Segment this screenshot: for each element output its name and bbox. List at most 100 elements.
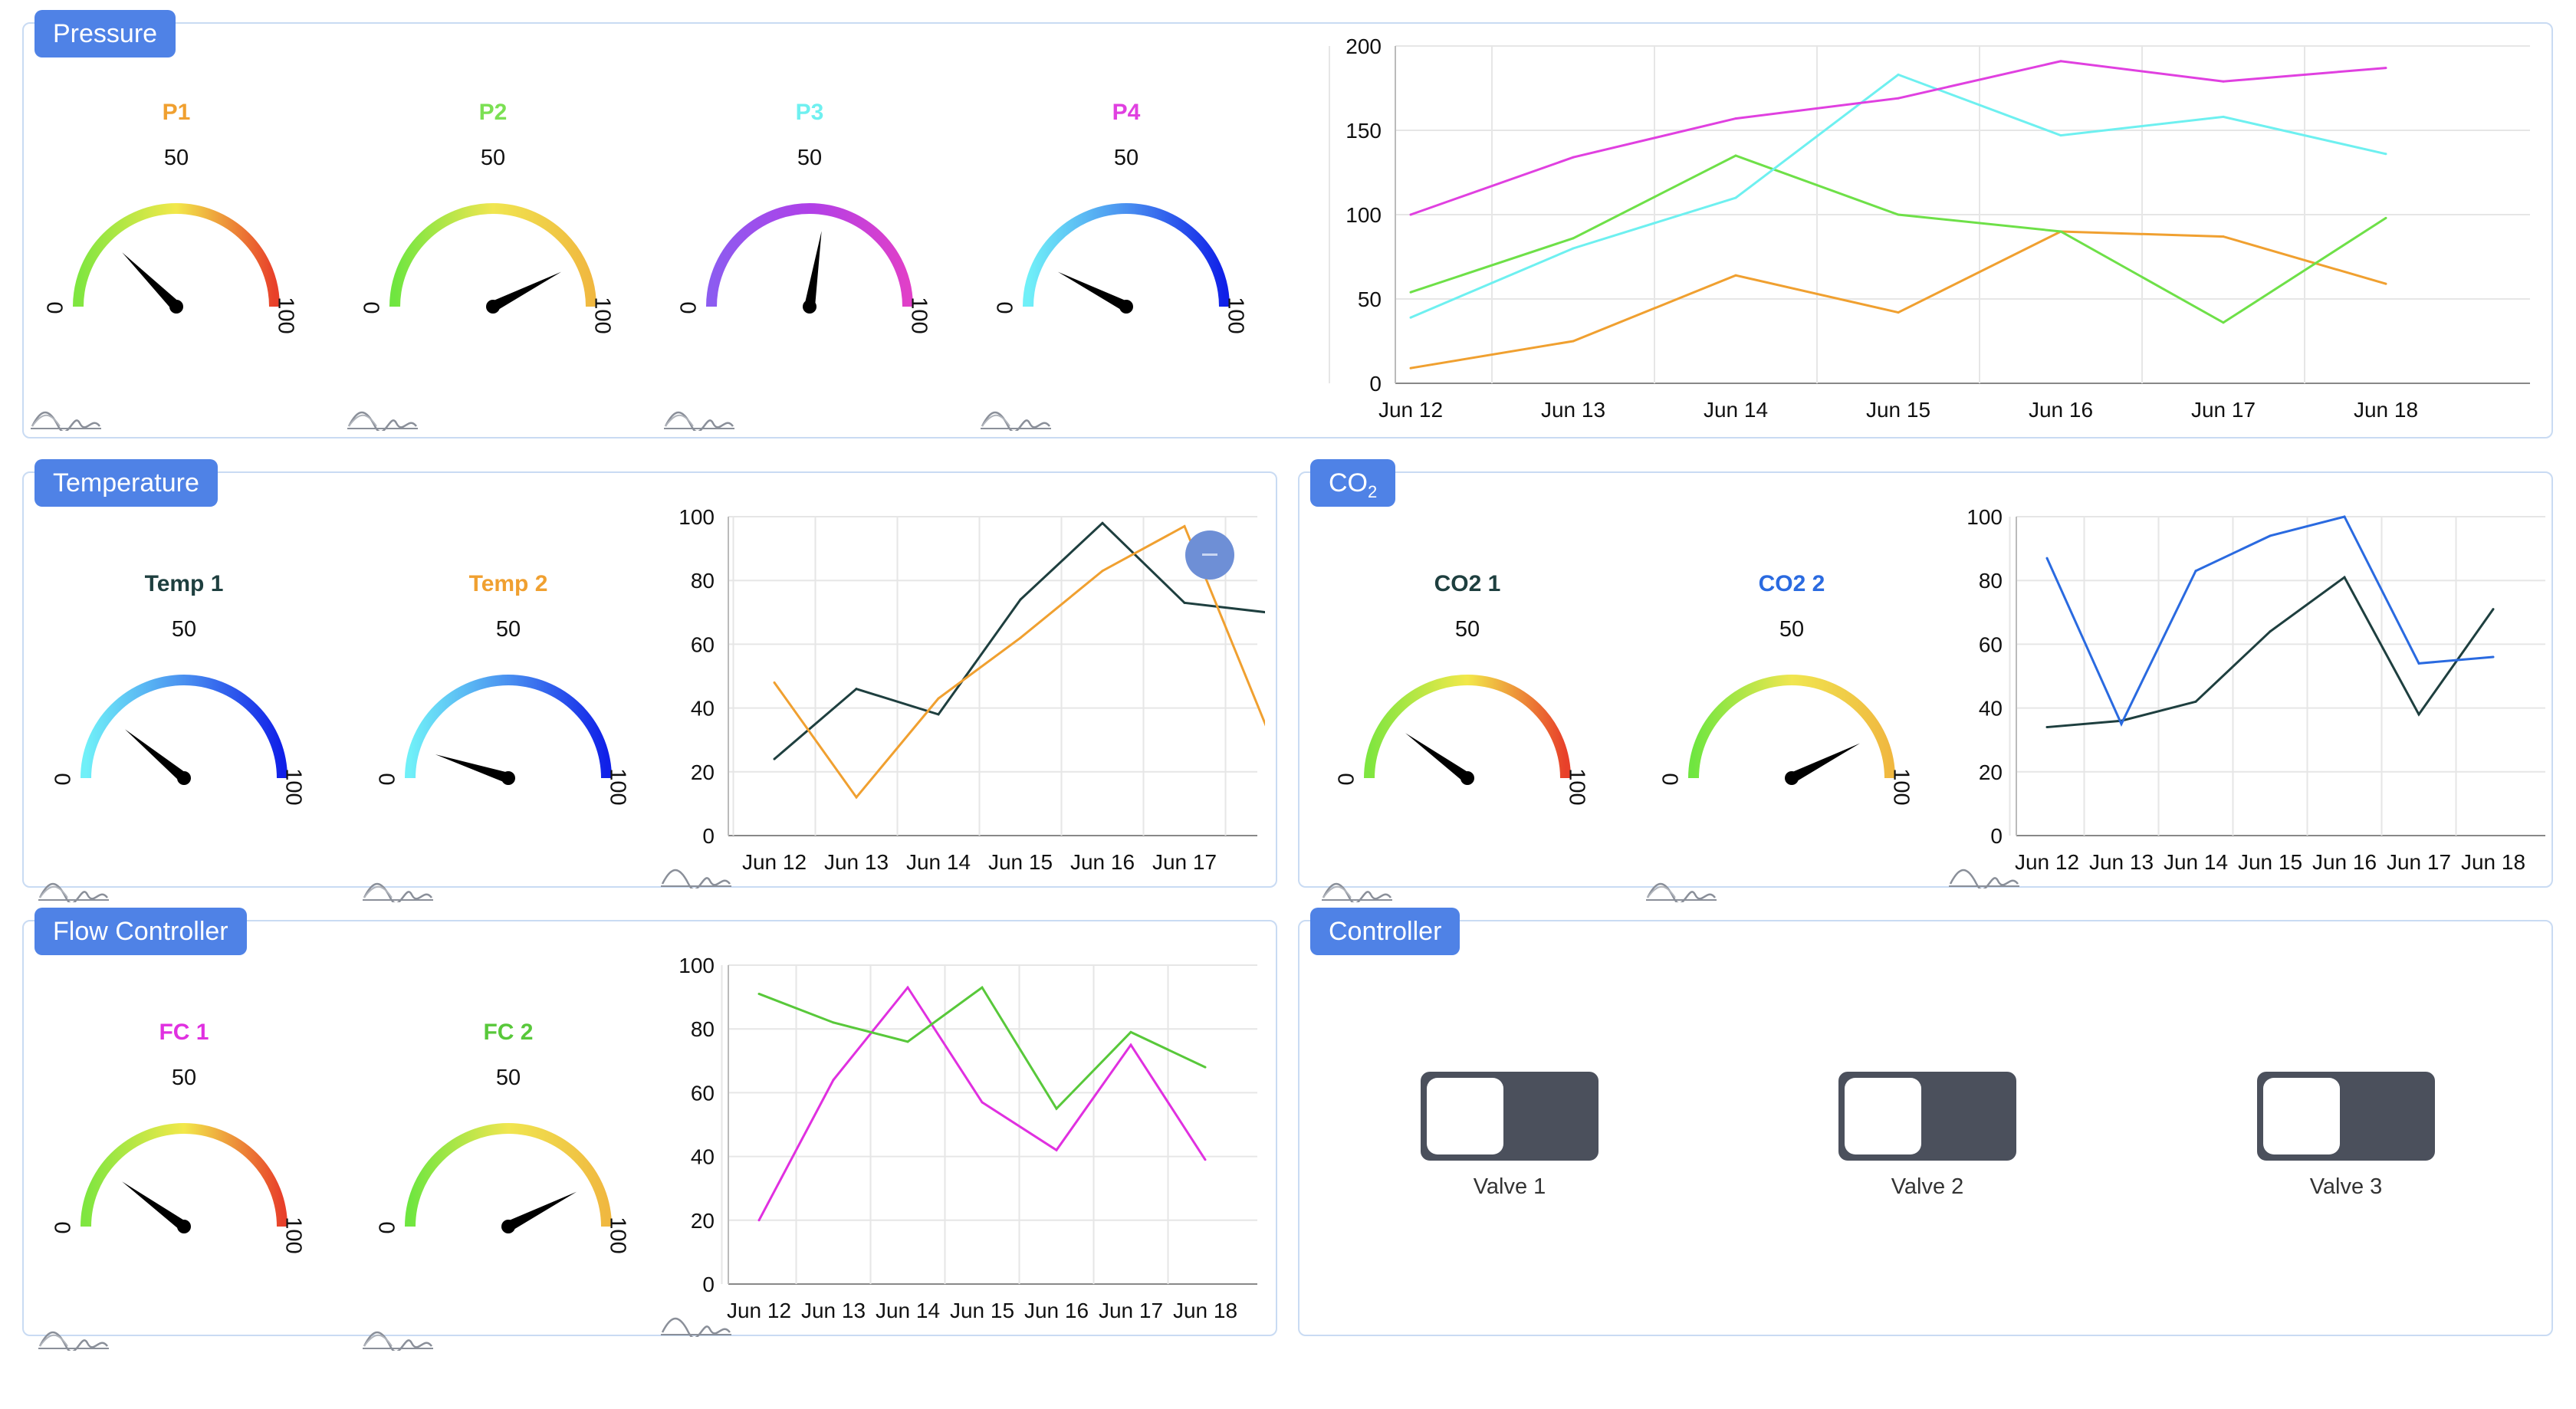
gauge-hub: [803, 300, 816, 314]
trend-chart-icon[interactable]: [361, 1325, 435, 1351]
y-tick-label: 60: [691, 1081, 715, 1105]
flow-line-chart[interactable]: 0 20 40 60 80 100 Jun 12 Jun 13 Jun 14 Jun 15 Jun …: [659, 947, 1265, 1322]
x-tick-label: Jun 12: [727, 1299, 791, 1322]
gauge-needle: [122, 1181, 188, 1231]
gauge-min-label: 0: [1332, 773, 1358, 786]
valve-2-knob: [1845, 1078, 1921, 1154]
valve-1-label: Valve 1: [1473, 1174, 1546, 1199]
gauge-dial: [73, 203, 280, 314]
gauge-hub: [1785, 771, 1799, 785]
data-point: [1734, 196, 1737, 199]
valve-2-label: Valve 2: [1891, 1174, 1964, 1199]
x-tick-label: Jun 14: [876, 1299, 940, 1322]
y-tick-label: 40: [691, 697, 715, 721]
valve-3-toggle[interactable]: [2257, 1072, 2435, 1161]
data-point: [832, 1021, 835, 1024]
trend-chart-icon[interactable]: [37, 876, 110, 902]
data-point: [1897, 73, 1900, 76]
x-tick-label: Jun 17: [2387, 850, 2451, 874]
data-point: [2120, 722, 2123, 725]
co2-panel-title: CO2: [1310, 459, 1396, 507]
y-tick-label: 100: [678, 954, 715, 977]
gauge-mid-label: 50: [480, 146, 506, 170]
data-point: [2384, 67, 2387, 70]
gauge-name: P2: [478, 100, 508, 125]
trend-chart-icon[interactable]: [659, 862, 733, 888]
y-tick-label: 80: [691, 1017, 715, 1041]
data-point: [1897, 311, 1900, 314]
data-point: [1409, 213, 1412, 216]
data-point: [2343, 576, 2346, 579]
trend-chart-icon[interactable]: [979, 405, 1053, 431]
gauge-needle: [804, 231, 822, 308]
gauge-mid-label: 50: [171, 1066, 197, 1090]
gauge-dial: [1364, 675, 1571, 785]
gauge-min-label: 0: [373, 1221, 399, 1234]
data-point: [2384, 282, 2387, 285]
data-point: [2492, 608, 2495, 611]
x-tick-label: Jun 15: [950, 1299, 1014, 1322]
gauge-temp2: Temp 2 50 0 100: [374, 571, 639, 908]
trend-chart-icon[interactable]: [662, 405, 736, 431]
temperature-panel-title: Temperature: [34, 459, 218, 507]
trend-chart-icon[interactable]: [659, 1311, 733, 1337]
x-tick-label: Jun 13: [824, 850, 889, 874]
data-point: [1204, 1158, 1207, 1161]
trend-chart-icon[interactable]: [346, 405, 419, 431]
data-point: [937, 697, 940, 700]
valve-2-toggle[interactable]: [1838, 1072, 2016, 1161]
gauge-min-label: 0: [49, 1221, 74, 1234]
series-line-1: [757, 985, 1207, 1221]
temperature-line-chart[interactable]: 0 20 40 60 80 100 Jun 12 Jun 13 Jun 14 Jun 15 Jun …: [659, 498, 1265, 874]
gauge-mid-label: 50: [1779, 617, 1805, 642]
gauge-dial: [80, 1123, 288, 1233]
gauge-arc: [405, 1123, 612, 1227]
x-tick-label: Jun 14: [906, 850, 971, 874]
trend-chart-icon[interactable]: [37, 1325, 110, 1351]
data-point: [2045, 726, 2049, 729]
gauge-max-label: 100: [605, 768, 630, 806]
pressure-line-chart[interactable]: 0 50 100 150 200 Jun 12 Jun 13 Jun 14 Jun 15 Jun …: [1319, 23, 2538, 422]
gauge-max-label: 100: [281, 1217, 306, 1254]
y-tick-label: 150: [1346, 119, 1382, 143]
co2-line-chart[interactable]: 0 20 40 60 80 100 Jun 12 Jun 13 Jun 14 Jun 15 Jun …: [1947, 498, 2553, 874]
gauge-needle: [435, 754, 511, 783]
series-line-2: [758, 985, 1206, 1111]
pressure-panel-title: Pressure: [34, 10, 176, 57]
gauge-arc: [1688, 675, 1895, 779]
y-tick-label: 200: [1346, 34, 1382, 58]
x-tick-label: Jun 16: [2312, 850, 2377, 874]
gauge-dial: [1688, 675, 1895, 785]
series-line-2: [2045, 515, 2494, 727]
data-point: [1183, 524, 1186, 527]
y-tick-label: 60: [1979, 632, 2003, 656]
gauge-p4: P4 50 0 100: [992, 100, 1257, 437]
zoom-out-icon[interactable]: [1185, 530, 1234, 580]
trend-chart-icon[interactable]: [29, 405, 103, 431]
trend-chart-icon[interactable]: [1947, 862, 2021, 888]
gauge-arc: [389, 203, 596, 307]
y-tick-label: 0: [1990, 824, 2003, 848]
gauge-needle: [122, 252, 180, 310]
trend-chart-icon[interactable]: [361, 876, 435, 902]
data-point: [1183, 601, 1186, 604]
x-tick-label: Jun 14: [2164, 850, 2228, 874]
valve-1-toggle[interactable]: [1421, 1072, 1598, 1161]
data-point: [2343, 515, 2346, 518]
data-point: [1129, 1030, 1132, 1033]
y-tick-label: 50: [1358, 287, 1382, 311]
gauge-hub: [177, 1220, 191, 1233]
series-line-2: [1410, 154, 2387, 324]
series-line-4: [1410, 60, 2387, 216]
gauge-co2-2: CO2 2 50 0 100: [1658, 571, 1922, 908]
trend-chart-icon[interactable]: [1644, 876, 1718, 902]
co2-title-sub: 2: [1368, 481, 1378, 501]
y-tick-label: 100: [1967, 505, 2003, 529]
trend-chart-icon[interactable]: [1320, 876, 1394, 902]
gauge-max-label: 100: [605, 1217, 630, 1254]
gauge-dial: [405, 675, 612, 785]
data-point: [2222, 115, 2225, 118]
x-tick-label: Jun 13: [801, 1299, 866, 1322]
gauge-arc: [405, 675, 612, 779]
gauge-mid-label: 50: [163, 146, 189, 170]
